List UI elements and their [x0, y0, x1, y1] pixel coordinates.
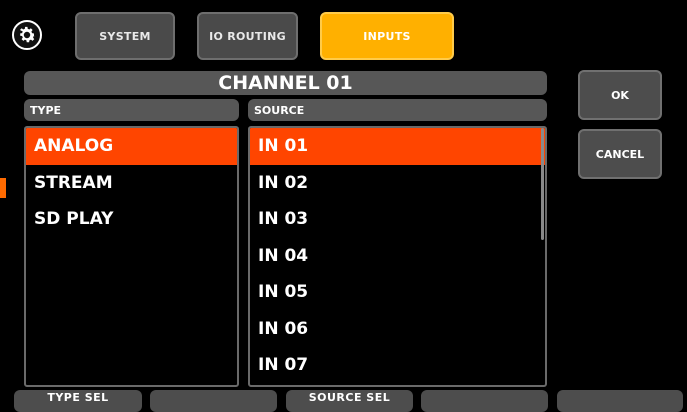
tab-inputs-label: INPUTS [363, 29, 411, 43]
channel-title: CHANNEL 01 [24, 71, 547, 95]
tab-io-routing-label: IO ROUTING [209, 29, 286, 43]
source-item-in-02[interactable]: IN 02 [250, 165, 545, 202]
softkey-4[interactable] [421, 390, 548, 412]
gear-icon [19, 26, 36, 43]
source-item-in-07[interactable]: IN 07 [250, 347, 545, 384]
tab-system-label: SYSTEM [99, 29, 151, 43]
source-column-header: SOURCE [248, 99, 547, 121]
tab-io-routing[interactable]: IO ROUTING [197, 12, 298, 60]
tab-system[interactable]: SYSTEM [75, 12, 175, 60]
softkey-type-sel[interactable]: TYPE SEL [14, 390, 142, 412]
type-item-analog[interactable]: ANALOG [26, 128, 237, 165]
settings-gear-button[interactable] [12, 20, 42, 50]
cancel-button[interactable]: CANCEL [578, 129, 662, 179]
source-item-in-05[interactable]: IN 05 [250, 274, 545, 311]
softkey-5[interactable] [557, 390, 683, 412]
type-item-stream[interactable]: STREAM [26, 165, 237, 202]
source-item-in-01[interactable]: IN 01 [250, 128, 545, 165]
source-list[interactable]: IN 01 IN 02 IN 03 IN 04 IN 05 IN 06 IN 0… [248, 126, 547, 387]
ok-button-label: OK [611, 88, 629, 102]
ok-button[interactable]: OK [578, 70, 662, 120]
softkey-source-sel[interactable]: SOURCE SEL [286, 390, 413, 412]
softkey-2[interactable] [150, 390, 277, 412]
tab-inputs[interactable]: INPUTS [320, 12, 454, 60]
type-list[interactable]: ANALOG STREAM SD PLAY [24, 126, 239, 387]
source-item-in-04[interactable]: IN 04 [250, 238, 545, 275]
type-item-sd-play[interactable]: SD PLAY [26, 201, 237, 238]
softkey-type-sel-label: TYPE SEL [47, 391, 109, 404]
source-item-in-06[interactable]: IN 06 [250, 311, 545, 348]
type-column-header: TYPE [24, 99, 239, 121]
cancel-button-label: CANCEL [595, 147, 645, 161]
source-item-in-03[interactable]: IN 03 [250, 201, 545, 238]
source-list-scrollbar[interactable] [541, 128, 544, 240]
edge-indicator [0, 178, 6, 198]
softkey-source-sel-label: SOURCE SEL [308, 391, 391, 404]
